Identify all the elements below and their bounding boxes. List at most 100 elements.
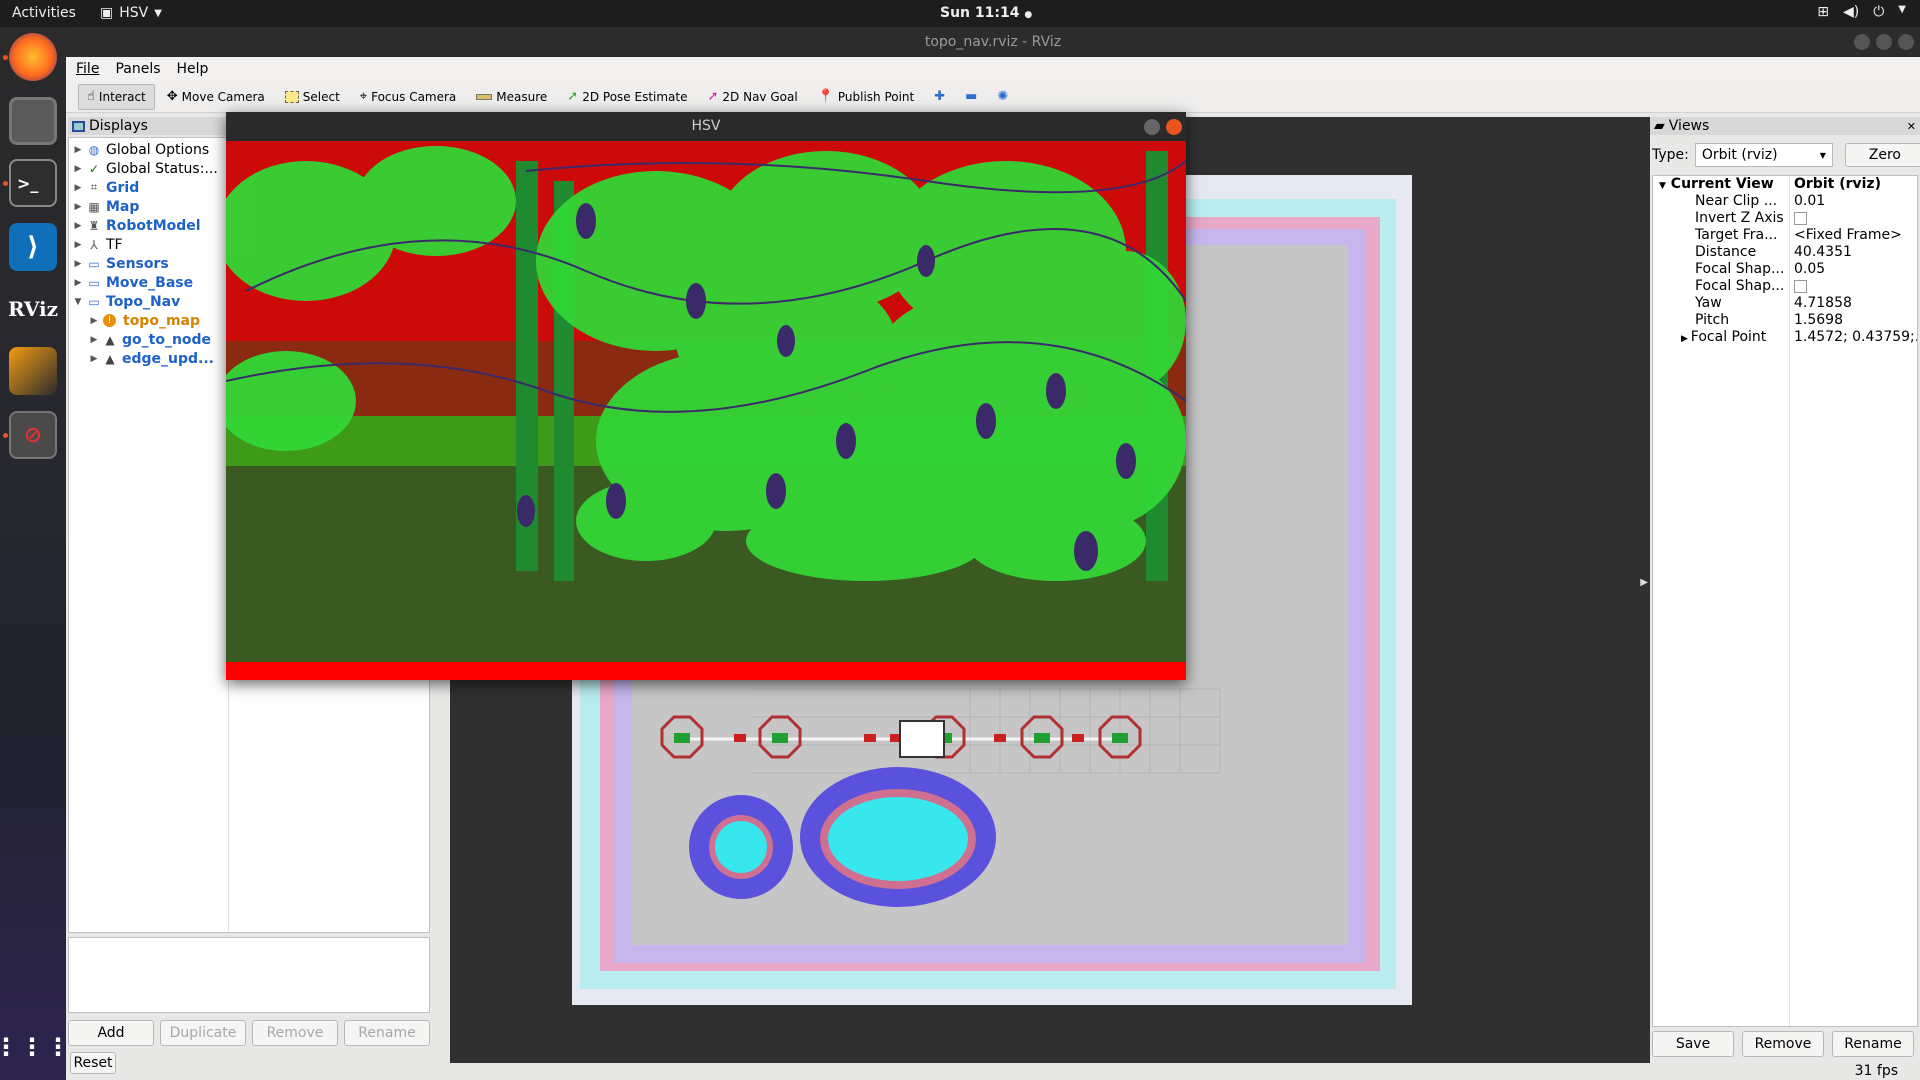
rviz-icon[interactable]: RViz — [8, 285, 58, 333]
view-properties[interactable]: ▼ Current View Orbit (rviz) Near Clip ..… — [1652, 175, 1918, 1027]
view-prop-row[interactable]: Focal Shap... 0.05 — [1653, 261, 1917, 278]
firefox-icon[interactable] — [9, 33, 57, 81]
view-prop-row[interactable]: Distance 40.4351 — [1653, 244, 1917, 261]
window-icon: ▣ — [100, 5, 114, 21]
power-icon: ⏻ — [1873, 4, 1885, 20]
chevron-down-icon: ▼ — [1819, 150, 1826, 160]
current-view-row[interactable]: ▼ Current View Orbit (rviz) — [1653, 176, 1917, 193]
view-prop-key: Pitch — [1695, 312, 1730, 328]
maximize-button[interactable] — [1876, 34, 1892, 50]
select-label: Select — [302, 89, 340, 104]
add-tool-button[interactable]: ✚ — [926, 84, 953, 110]
clock[interactable]: Sun 11:14 ● — [940, 5, 1032, 21]
files-icon[interactable] — [9, 97, 57, 145]
view-prop-key: Focal Shap... — [1695, 278, 1785, 294]
activities-button[interactable]: Activities — [12, 5, 76, 21]
pose-estimate-label: 2D Pose Estimate — [582, 89, 688, 104]
view-prop-value[interactable]: 1.5698 — [1790, 312, 1917, 329]
collapse-arrow-icon[interactable]: ▶ — [87, 316, 101, 326]
collapse-arrow-icon[interactable]: ▶ — [71, 240, 85, 250]
view-prop-row[interactable]: Target Fra... <Fixed Frame> — [1653, 227, 1917, 244]
view-prop-row[interactable]: ▶ Focal Point 1.4572; 0.43759;... — [1653, 329, 1917, 346]
remove-display-button[interactable]: Remove — [252, 1020, 338, 1046]
collapse-arrow-icon[interactable]: ▶ — [71, 183, 85, 193]
view-prop-value[interactable]: 0.05 — [1790, 261, 1917, 278]
tf-icon: ⅄ — [90, 237, 98, 252]
measure-tool[interactable]: Measure — [468, 84, 555, 110]
system-top-bar: Activities ▣ HSV ▼ Sun 11:14 ● ⊞ ◀) ⏻ ▼ — [0, 0, 1920, 27]
collapse-arrow-icon[interactable]: ▶ — [87, 354, 101, 364]
collapse-arrow-icon[interactable]: ▶ — [71, 145, 85, 155]
pose-arrow-icon: ➚ — [567, 89, 579, 104]
vscode-icon[interactable]: ⟩ — [9, 223, 57, 271]
collapse-arrow-icon[interactable]: ▶ — [71, 164, 85, 174]
view-prop-row[interactable]: Near Clip ... 0.01 — [1653, 193, 1917, 210]
publish-point-tool[interactable]: 📍 Publish Point — [810, 84, 923, 110]
views-panel: ▰ Views ✕ Type: Orbit (rviz) ▼ Zero ▼ Curre… — [1650, 117, 1920, 1079]
interact-tool[interactable]: ☝ Interact — [78, 83, 155, 110]
hsv-app-icon[interactable]: ⊘ — [9, 411, 57, 459]
system-tray[interactable]: ⊞ ◀) ⏻ ▼ — [1817, 4, 1906, 20]
select-tool[interactable]: Select — [277, 84, 348, 110]
view-prop-row[interactable]: Pitch 1.5698 — [1653, 312, 1917, 329]
nav-goal-tool[interactable]: ➚ 2D Nav Goal — [700, 84, 806, 110]
view-prop-checkbox[interactable] — [1794, 212, 1807, 225]
view-prop-value[interactable]: 0.01 — [1790, 193, 1917, 210]
minimize-button[interactable] — [1854, 34, 1870, 50]
collapse-right-arrow[interactable]: ▶ — [1640, 577, 1648, 588]
close-panel-icon[interactable]: ✕ — [1907, 120, 1916, 133]
title-bar[interactable]: topo_nav.rviz - RViz — [66, 27, 1920, 57]
nav-goal-label: 2D Nav Goal — [722, 89, 798, 104]
hsv-title: HSV — [691, 118, 721, 134]
view-prop-value[interactable]: 4.71858 — [1790, 295, 1917, 312]
current-view-value: Orbit (rviz) — [1794, 176, 1881, 192]
menu-panels[interactable]: Panels — [115, 57, 160, 81]
remove-view-button[interactable]: Remove — [1742, 1031, 1824, 1057]
view-prop-row[interactable]: Invert Z Axis — [1653, 210, 1917, 227]
hsv-window[interactable]: HSV — [226, 112, 1186, 680]
collapse-arrow-icon[interactable]: ▶ — [71, 278, 85, 288]
menu-file[interactable]: File — [76, 57, 99, 81]
expand-arrow-icon[interactable]: ▶ — [1681, 334, 1691, 344]
collapse-arrow-icon[interactable]: ▶ — [87, 335, 101, 345]
view-prop-key: Target Fra... — [1695, 227, 1778, 243]
focus-camera-label: Focus Camera — [371, 89, 457, 104]
view-prop-key: Focal Shap... — [1695, 261, 1785, 277]
app-icon[interactable] — [9, 347, 57, 395]
remove-tool-button[interactable]: ▬ — [957, 84, 985, 110]
tool-properties-button[interactable]: ✺ — [989, 84, 1016, 110]
view-prop-value[interactable]: 40.4351 — [1790, 244, 1917, 261]
reset-button[interactable]: Reset — [70, 1052, 116, 1074]
display-item-label: edge_upd... — [122, 350, 214, 367]
hsv-title-bar[interactable]: HSV — [226, 112, 1186, 141]
collapse-arrow-icon[interactable]: ▶ — [71, 202, 85, 212]
terminal-icon[interactable]: >_ — [9, 159, 57, 207]
move-camera-tool[interactable]: ✥ Move Camera — [159, 84, 273, 110]
collapse-arrow-icon[interactable]: ▶ — [71, 221, 85, 231]
rename-display-button[interactable]: Rename — [344, 1020, 430, 1046]
collapse-arrow-icon[interactable]: ▶ — [71, 259, 85, 269]
view-prop-row[interactable]: Yaw 4.71858 — [1653, 295, 1917, 312]
move-camera-label: Move Camera — [181, 89, 265, 104]
view-prop-value[interactable]: <Fixed Frame> — [1790, 227, 1917, 244]
focus-camera-tool[interactable]: ⌖ Focus Camera — [352, 84, 465, 110]
view-type-select[interactable]: Orbit (rviz) ▼ — [1694, 143, 1833, 167]
expand-arrow-icon[interactable]: ▼ — [71, 297, 85, 307]
duplicate-display-button[interactable]: Duplicate — [160, 1020, 246, 1046]
show-applications-icon[interactable]: ⋮⋮⋮ — [0, 1023, 70, 1071]
rename-view-button[interactable]: Rename — [1832, 1031, 1914, 1057]
app-menu[interactable]: ▣ HSV ▼ — [100, 5, 162, 21]
close-button[interactable] — [1166, 119, 1182, 135]
minimize-button[interactable] — [1144, 119, 1160, 135]
pose-estimate-tool[interactable]: ➚ 2D Pose Estimate — [559, 84, 695, 110]
view-prop-checkbox[interactable] — [1794, 280, 1807, 293]
view-prop-value[interactable]: 1.4572; 0.43759;... — [1790, 329, 1917, 346]
clock-text: Sun 11:14 — [940, 5, 1020, 21]
close-button[interactable] — [1898, 34, 1914, 50]
view-prop-row[interactable]: Focal Shap... — [1653, 278, 1917, 295]
chevron-down-icon: ▼ — [154, 7, 162, 19]
zero-button[interactable]: Zero — [1844, 143, 1920, 167]
menu-help[interactable]: Help — [177, 57, 209, 81]
add-display-button[interactable]: Add — [68, 1020, 154, 1046]
save-view-button[interactable]: Save — [1652, 1031, 1734, 1057]
